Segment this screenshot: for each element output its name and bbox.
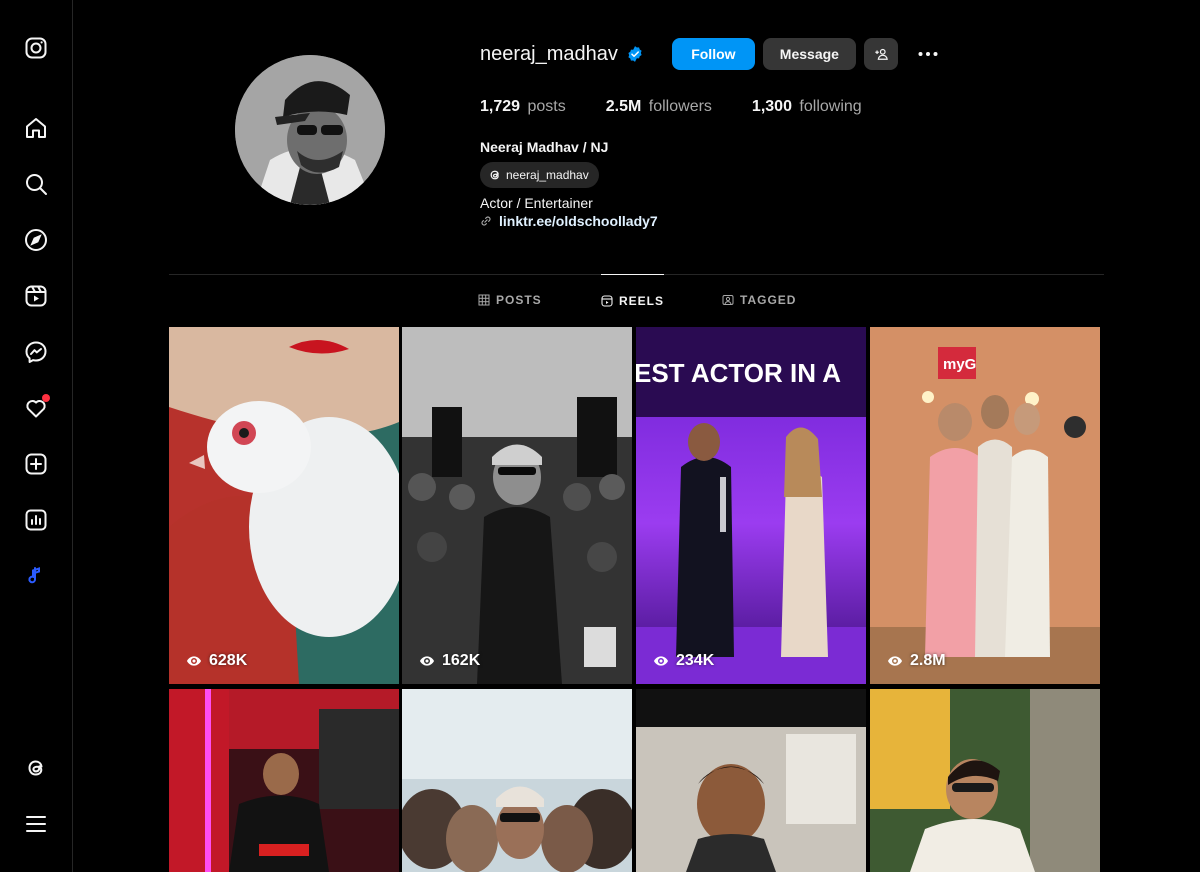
- more-menu-icon[interactable]: [22, 810, 50, 838]
- notifications-heart-icon[interactable]: [22, 394, 50, 422]
- reel-thumbnail: myG: [870, 327, 1100, 684]
- tagged-icon: [722, 295, 734, 305]
- reel-thumbnail: [169, 689, 399, 872]
- reel-thumbnail: [870, 689, 1100, 872]
- eye-icon: [187, 656, 201, 666]
- external-link-text: linktr.ee/oldschoollady7: [499, 213, 658, 229]
- reels-tab-icon: [601, 294, 613, 307]
- posts-count: 1,729 posts: [480, 98, 566, 115]
- more-options-button[interactable]: [912, 38, 944, 70]
- reel-tile[interactable]: [402, 689, 632, 872]
- explore-icon[interactable]: [22, 226, 50, 254]
- grid-icon: [478, 294, 490, 306]
- eye-icon: [420, 656, 434, 666]
- view-count-text: 628K: [209, 652, 248, 669]
- threads-badge[interactable]: neeraj_madhav: [480, 162, 599, 188]
- reel-thumbnail: [636, 689, 866, 872]
- follow-button[interactable]: Follow: [671, 38, 755, 70]
- home-icon[interactable]: [22, 114, 50, 142]
- view-count-text: 2.8M: [910, 652, 946, 669]
- reels-icon[interactable]: [22, 282, 50, 310]
- followers-link[interactable]: 2.5M followers: [606, 98, 712, 116]
- add-person-icon: [875, 48, 888, 60]
- view-count: 628K: [186, 652, 247, 670]
- tab-reels-label: REELS: [619, 293, 665, 308]
- suggested-users-button[interactable]: [863, 38, 898, 70]
- username: neeraj_madhav: [480, 42, 618, 65]
- reel-tile[interactable]: EST ACTOR IN A 234K: [636, 327, 866, 684]
- profile-main: neeraj_madhav Follow Message 1,729 posts…: [73, 0, 1200, 872]
- instagram-logo-icon[interactable]: [22, 34, 50, 62]
- profile-stats: 1,729 posts 2.5M followers 1,300 followi…: [480, 98, 902, 116]
- following-link[interactable]: 1,300 following: [752, 98, 862, 116]
- reel-tile[interactable]: 162K: [402, 327, 632, 684]
- reel-thumbnail: EST ACTOR IN A: [636, 327, 866, 684]
- tab-reels[interactable]: REELS: [601, 274, 665, 326]
- external-link[interactable]: linktr.ee/oldschoollady7: [480, 213, 658, 229]
- full-name: Neeraj Madhav / NJ: [480, 139, 609, 155]
- award-banner-text: EST ACTOR IN A: [636, 358, 841, 388]
- link-icon: [481, 216, 491, 226]
- reel-tile[interactable]: [169, 689, 399, 872]
- view-count: 162K: [419, 652, 480, 670]
- reel-thumbnail: [402, 327, 632, 684]
- bio-text: Actor / Entertainer: [480, 195, 593, 211]
- threads-icon[interactable]: [22, 754, 50, 782]
- meta-verified-icon[interactable]: [22, 562, 50, 590]
- reel-tile[interactable]: 628K: [169, 327, 399, 684]
- eye-icon: [654, 656, 668, 666]
- avatar[interactable]: [235, 55, 385, 205]
- reel-tile[interactable]: [870, 689, 1100, 872]
- message-button[interactable]: Message: [762, 38, 856, 70]
- reel-tile[interactable]: myG 2.8M: [870, 327, 1100, 684]
- view-count-text: 234K: [676, 652, 715, 669]
- profile-tabs: POSTS REELS TAGGED: [169, 274, 1104, 326]
- notification-dot: [42, 394, 50, 402]
- verified-badge-icon: [628, 46, 642, 62]
- reel-tile[interactable]: [636, 689, 866, 872]
- dashboard-icon[interactable]: [22, 506, 50, 534]
- sponsor-logo-text: myG: [943, 356, 976, 373]
- tab-tagged-label: TAGGED: [740, 293, 797, 307]
- create-icon[interactable]: [22, 450, 50, 478]
- ellipsis-icon: [918, 52, 938, 56]
- profile-header: neeraj_madhav Follow Message: [480, 38, 944, 70]
- sidebar-nav: [0, 0, 73, 872]
- tab-posts-label: POSTS: [496, 293, 542, 307]
- threads-logo-icon: [490, 170, 499, 180]
- threads-handle: neeraj_madhav: [506, 168, 589, 182]
- view-count: 2.8M: [887, 652, 946, 670]
- view-count: 234K: [653, 652, 714, 670]
- reel-thumbnail: [402, 689, 632, 872]
- tab-tagged[interactable]: TAGGED: [722, 274, 796, 326]
- messenger-icon[interactable]: [22, 338, 50, 366]
- eye-icon: [888, 656, 902, 666]
- view-count-text: 162K: [442, 652, 481, 669]
- tab-posts[interactable]: POSTS: [478, 274, 542, 326]
- search-icon[interactable]: [22, 170, 50, 198]
- reel-thumbnail: [169, 327, 399, 684]
